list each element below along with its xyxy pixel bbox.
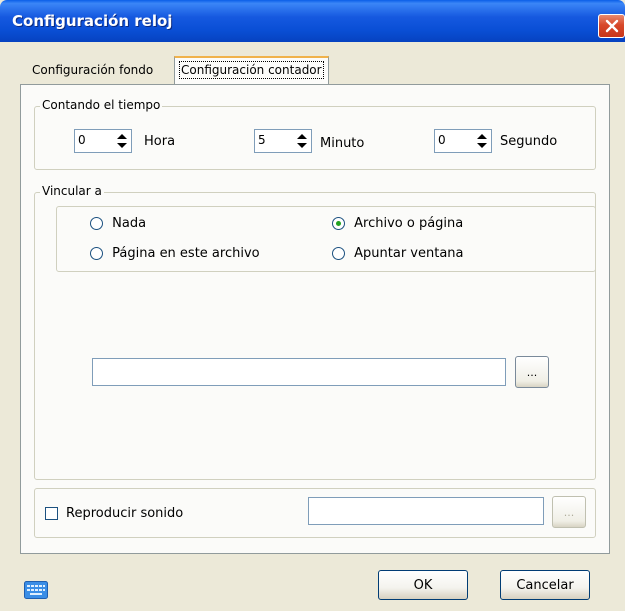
hours-label: Hora xyxy=(144,134,176,149)
keyboard-icon[interactable] xyxy=(24,581,48,599)
link-path-input[interactable] xyxy=(92,358,506,386)
radio-nada[interactable]: Nada xyxy=(90,216,146,231)
tab-configuracion-contador[interactable]: Configuración contador xyxy=(174,56,329,86)
spin-arrows-icon[interactable] xyxy=(473,130,491,152)
close-icon xyxy=(605,19,618,33)
seconds-stepper[interactable]: 0 xyxy=(434,129,492,153)
sound-checkbox-row[interactable]: Reproducir sonido xyxy=(45,506,183,521)
radio-label: Página en este archivo xyxy=(112,246,260,261)
tab-configuracion-fondo[interactable]: Configuración fondo xyxy=(26,60,159,84)
cancel-button[interactable]: Cancelar xyxy=(500,570,590,600)
hours-stepper[interactable]: 0 xyxy=(74,129,132,153)
minutes-label: Minuto xyxy=(320,136,365,151)
minutes-value: 5 xyxy=(258,133,266,147)
radio-button[interactable] xyxy=(90,247,103,260)
sound-checkbox[interactable] xyxy=(45,507,58,520)
link-group-label: Vincular a xyxy=(40,184,104,198)
close-button[interactable] xyxy=(598,14,625,38)
radio-label: Apuntar ventana xyxy=(354,246,464,261)
radio-label: Archivo o página xyxy=(354,216,464,231)
spin-arrows-icon[interactable] xyxy=(293,130,311,152)
radio-button[interactable] xyxy=(332,247,345,260)
radio-label: Nada xyxy=(112,216,147,231)
radio-apuntar-ventana[interactable]: Apuntar ventana xyxy=(332,246,464,261)
tab-label: Configuración contador xyxy=(179,61,324,79)
radio-pagina-en-este-archivo[interactable]: Página en este archivo xyxy=(90,246,260,261)
sound-path-input[interactable] xyxy=(308,497,544,525)
radio-button[interactable] xyxy=(332,217,345,230)
link-browse-button[interactable]: ... xyxy=(515,356,549,388)
minutes-stepper[interactable]: 5 xyxy=(254,129,312,153)
countdown-group-label: Contando el tiempo xyxy=(40,98,163,112)
spin-arrows-icon[interactable] xyxy=(113,130,131,152)
seconds-label: Segundo xyxy=(500,134,558,149)
sound-browse-button[interactable]: ... xyxy=(552,496,586,528)
seconds-value: 0 xyxy=(438,133,446,147)
ok-button[interactable]: OK xyxy=(378,570,468,600)
window-title: Configuración reloj xyxy=(12,12,173,30)
sound-checkbox-label: Reproducir sonido xyxy=(66,506,184,521)
radio-archivo-o-pagina[interactable]: Archivo o página xyxy=(332,216,463,231)
hours-value: 0 xyxy=(78,133,86,147)
radio-button[interactable] xyxy=(90,217,103,230)
